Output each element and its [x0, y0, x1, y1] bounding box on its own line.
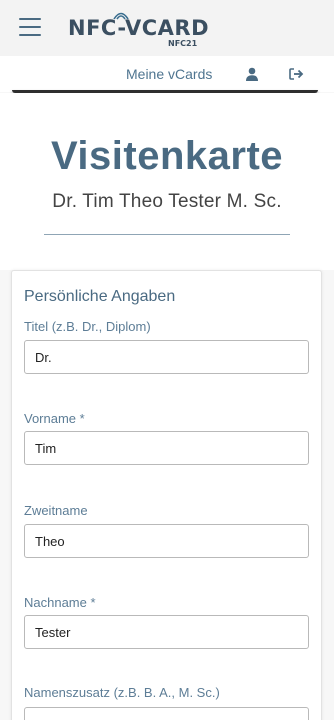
- title-field-label: Titel (z.B. Dr., Diplom): [24, 319, 151, 334]
- sign-out-icon[interactable]: [288, 67, 304, 81]
- personal-info-card: [11, 270, 322, 720]
- my-vcards-link[interactable]: Meine vCards: [126, 66, 212, 82]
- name-suffix-label: Namenszusatz (z.B. B. A., M. Sc.): [24, 685, 220, 700]
- page-title: Visitenkarte: [50, 134, 284, 178]
- middle-name-label: Zweitname: [24, 503, 88, 518]
- hero-section: [0, 93, 334, 270]
- hamburger-menu-icon[interactable]: [19, 18, 41, 36]
- first-name-label: Vorname *: [24, 411, 85, 426]
- middle-name-field[interactable]: [24, 524, 309, 558]
- last-name-label: Nachname *: [24, 595, 96, 610]
- title-field[interactable]: [24, 340, 309, 374]
- title-divider: [44, 234, 290, 235]
- last-name-field[interactable]: [24, 615, 309, 649]
- first-name-field[interactable]: [24, 431, 309, 465]
- logo-subtext: NFC21: [168, 39, 198, 48]
- nfc-vcard-logo[interactable]: NFC-VCARD NFC21: [68, 10, 210, 50]
- logo-wordmark: NFC-VCARD: [68, 16, 210, 40]
- page-subtitle: Dr. Tim Theo Tester M. Sc.: [52, 191, 282, 212]
- user-icon[interactable]: [245, 67, 259, 81]
- name-suffix-field[interactable]: [24, 707, 309, 720]
- section-title: Persönliche Angaben: [24, 288, 176, 305]
